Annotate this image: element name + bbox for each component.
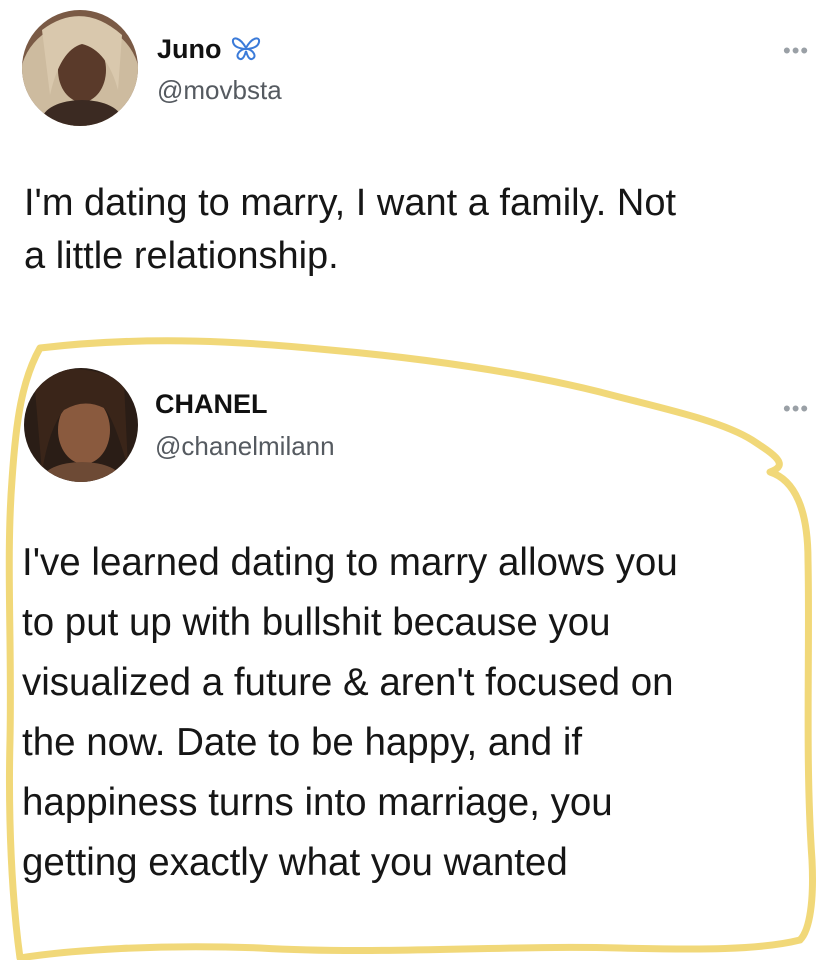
display-name[interactable]: Juno <box>157 34 261 68</box>
user-handle[interactable]: @movbsta <box>157 75 282 106</box>
tweet-text: I've learned dating to marry allows you … <box>22 541 678 884</box>
more-options-icon[interactable]: ••• <box>783 398 809 420</box>
tweet-card-juno: Juno @movbsta ••• I'm dating to marry, I… <box>0 0 835 320</box>
tweet-text: I'm dating to marry, I want a family. No… <box>24 182 677 277</box>
avatar[interactable] <box>24 368 138 482</box>
user-handle[interactable]: @chanelmilann <box>155 431 335 462</box>
butterfly-icon <box>231 35 261 68</box>
more-options-icon[interactable]: ••• <box>783 40 809 62</box>
display-name[interactable]: CHANEL <box>155 389 268 420</box>
avatar[interactable] <box>22 10 138 126</box>
tweet-card-chanel: CHANEL @chanelmilann ••• I've learned da… <box>0 330 835 960</box>
